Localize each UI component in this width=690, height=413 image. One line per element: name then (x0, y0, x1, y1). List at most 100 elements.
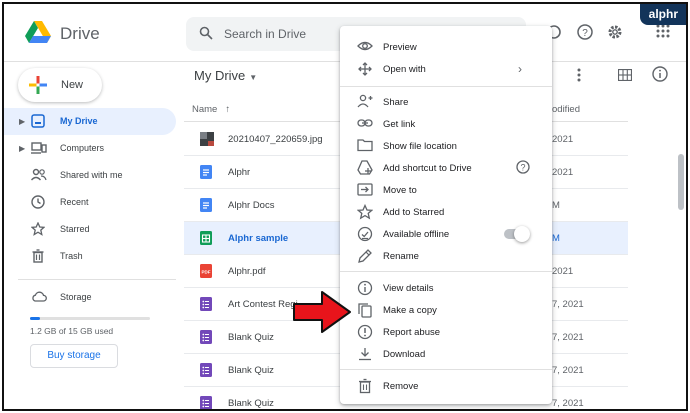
file-name: Blank Quiz (228, 365, 274, 376)
search-icon[interactable] (199, 26, 213, 45)
menu-item-report-abuse[interactable]: Report abuse (340, 321, 552, 343)
menu-item-view-details[interactable]: View details (340, 277, 552, 299)
drive-logo-icon[interactable] (25, 21, 51, 49)
help-icon[interactable]: ? (577, 24, 593, 45)
drive-icon (31, 114, 45, 133)
sidebar-item-computers[interactable]: ▶ Computers (4, 135, 176, 162)
menu-item-label: Available offline (383, 229, 450, 240)
sidebar-item-trash[interactable]: Trash (4, 243, 176, 270)
trash-icon (357, 378, 373, 399)
menu-item-label: Move to (383, 185, 417, 196)
people-icon (30, 168, 47, 187)
menu-item-download[interactable]: Download (340, 343, 552, 365)
buy-storage-button[interactable]: Buy storage (30, 344, 118, 368)
sidebar-divider (18, 279, 176, 280)
doc-icon (200, 198, 212, 217)
sidebar-item-label: Trash (60, 251, 83, 261)
expand-arrow-icon[interactable]: ▶ (19, 144, 25, 153)
sidebar-item-my-drive[interactable]: ▶ My Drive (4, 108, 176, 135)
gear-icon[interactable] (607, 24, 623, 45)
pdf-icon: PDF (200, 264, 212, 283)
file-name: Alphr sample (228, 233, 289, 244)
star-icon (356, 203, 374, 225)
help-circle-icon[interactable]: ? (516, 160, 530, 179)
more-vert-icon[interactable] (577, 68, 581, 87)
menu-item-share[interactable]: Share (340, 91, 552, 113)
file-name: Alphr.pdf (228, 266, 266, 277)
menu-item-add-shortcut[interactable]: Add shortcut to Drive ? (340, 157, 552, 179)
shortcut-icon (357, 160, 373, 181)
expand-arrow-icon[interactable]: ▶ (19, 117, 25, 126)
sidebar-item-storage[interactable]: Storage (4, 284, 176, 311)
file-name: Art Contest Regi (228, 299, 298, 310)
offline-toggle[interactable] (504, 226, 530, 242)
cloud-icon (31, 290, 47, 309)
menu-item-show-file-location[interactable]: Show file location (340, 135, 552, 157)
menu-item-make-a-copy[interactable]: Make a copy (340, 299, 552, 321)
file-modified: 7, 2021 (552, 332, 584, 343)
file-modified: 7, 2021 (552, 299, 584, 310)
menu-item-label: Make a copy (383, 305, 437, 316)
page-title[interactable]: My Drive ▼ (194, 68, 257, 83)
star-icon (30, 221, 46, 241)
search-input[interactable]: Search in Drive (224, 27, 306, 41)
file-name: Blank Quiz (228, 398, 274, 409)
clock-icon (31, 195, 45, 214)
menu-item-label: View details (383, 283, 434, 294)
info-icon[interactable] (652, 66, 668, 87)
menu-item-move-to[interactable]: Move to (340, 179, 552, 201)
file-name: Alphr Docs (228, 200, 275, 211)
column-header-modified[interactable]: odified (552, 104, 580, 115)
sidebar-item-shared-with-me[interactable]: Shared with me (4, 162, 176, 189)
menu-divider (340, 86, 552, 87)
watermark: alphr (639, 4, 686, 25)
file-modified: 2021 (552, 134, 574, 145)
toggle-knob (514, 226, 530, 242)
file-name: Alphr (228, 167, 251, 178)
computer-icon (31, 141, 47, 160)
menu-item-available-offline[interactable]: Available offline (340, 223, 552, 245)
column-header-name[interactable]: Name ↑ (192, 104, 230, 115)
menu-item-remove[interactable]: Remove (340, 375, 552, 397)
sort-arrow-up-icon[interactable]: ↑ (225, 104, 230, 115)
move-arrows-icon (357, 61, 373, 82)
app-brand[interactable]: Drive (60, 24, 100, 44)
vertical-scrollbar[interactable] (678, 154, 684, 210)
info-icon (357, 280, 373, 301)
menu-item-label: Preview (383, 42, 417, 53)
form-icon (200, 363, 212, 382)
menu-item-preview[interactable]: Preview (340, 36, 552, 58)
form-icon (200, 396, 212, 409)
file-modified: 2021 (552, 167, 574, 178)
form-icon (200, 297, 212, 316)
image-thumbnail-icon (200, 132, 214, 151)
apps-grid-icon[interactable] (656, 24, 670, 43)
sidebar-item-label: Shared with me (60, 170, 123, 180)
menu-item-get-link[interactable]: Get link (340, 113, 552, 135)
doc-icon (200, 165, 212, 184)
menu-item-rename[interactable]: Rename (340, 245, 552, 267)
report-icon (357, 324, 373, 345)
menu-item-label: Get link (383, 119, 416, 130)
svg-text:?: ? (582, 28, 588, 39)
menu-item-add-to-starred[interactable]: Add to Starred (340, 201, 552, 223)
file-modified: 2021 (552, 266, 574, 277)
menu-divider (340, 369, 552, 370)
plus-icon (29, 76, 47, 99)
new-button[interactable]: New (18, 68, 102, 102)
red-arrow-annotation-icon (292, 290, 352, 339)
sidebar-item-starred[interactable]: Starred (4, 216, 176, 243)
page-title-text: My Drive (194, 68, 246, 83)
pencil-icon (357, 248, 373, 269)
svg-text:?: ? (520, 163, 525, 173)
chevron-right-icon: › (518, 62, 522, 76)
grid-view-icon[interactable] (617, 68, 633, 86)
menu-item-open-with[interactable]: Open with › (340, 58, 552, 80)
sheet-icon (200, 231, 212, 250)
download-icon (357, 346, 373, 367)
menu-item-label: Add shortcut to Drive (383, 163, 472, 174)
sidebar-item-recent[interactable]: Recent (4, 189, 176, 216)
menu-item-label: Report abuse (383, 327, 441, 338)
column-header-name-label: Name (192, 104, 218, 115)
person-add-icon (357, 94, 373, 113)
